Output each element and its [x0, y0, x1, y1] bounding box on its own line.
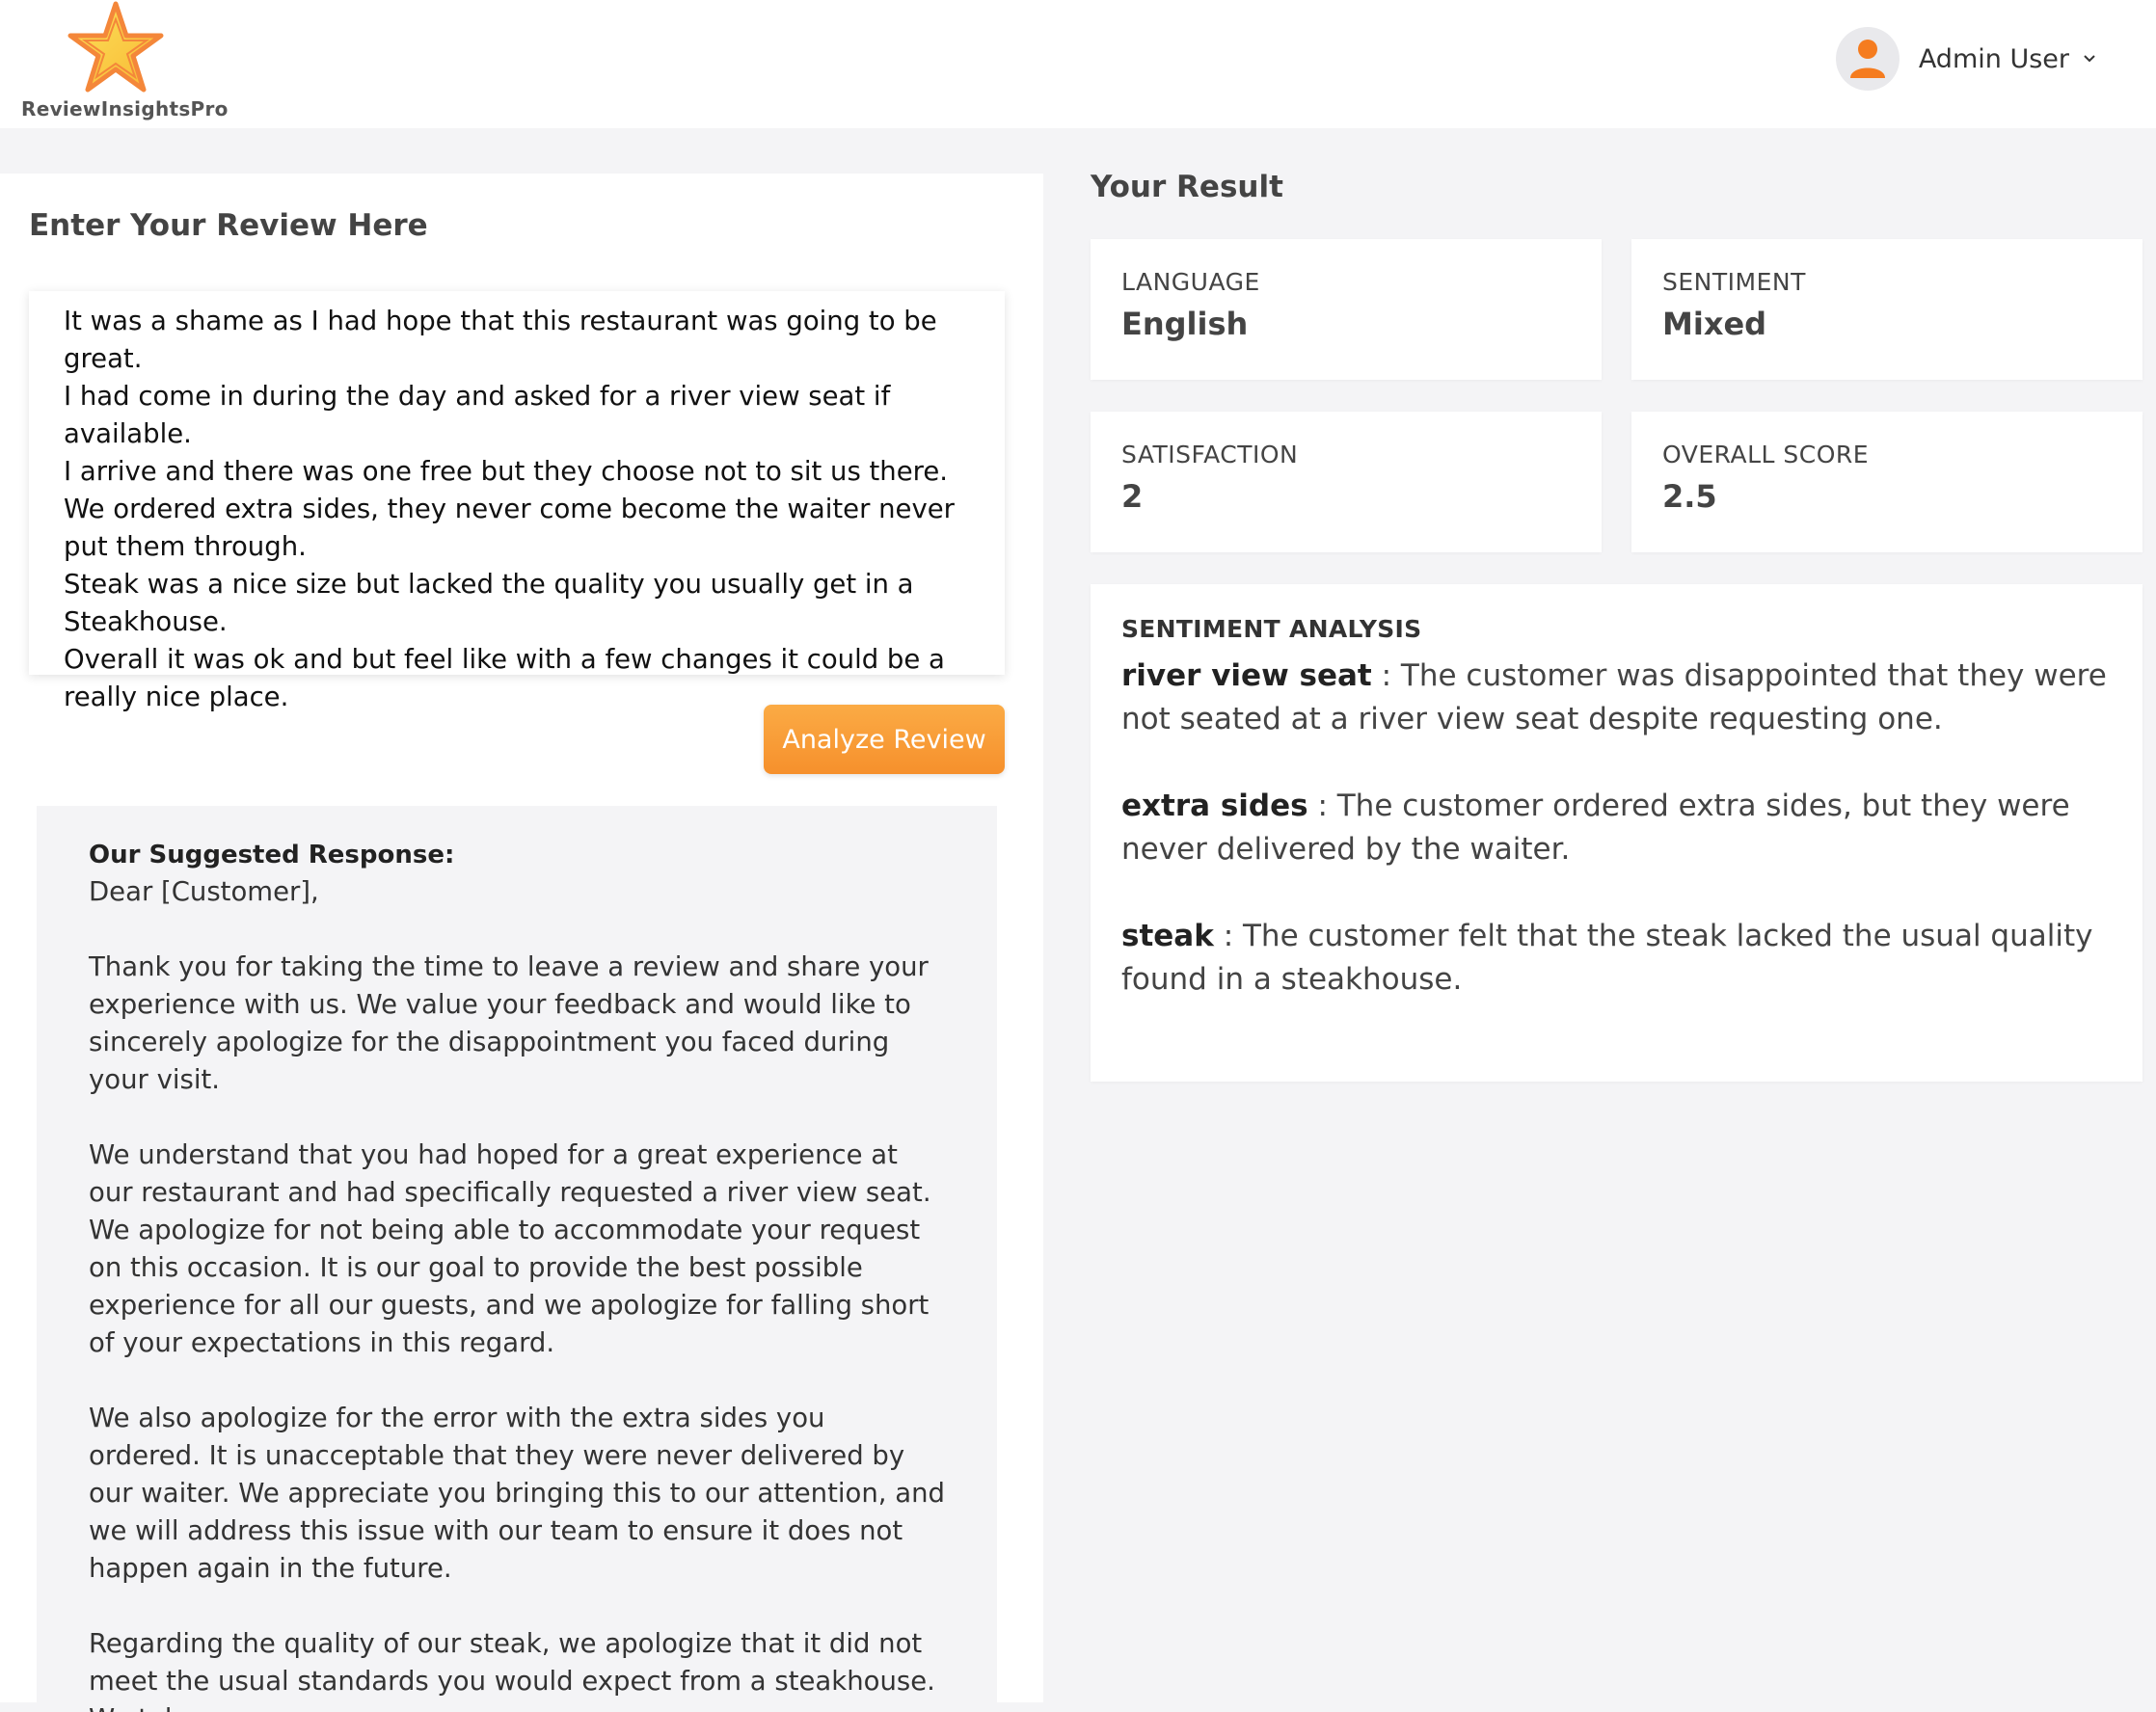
analysis-text: : The customer felt that the steak lacke…	[1121, 919, 2093, 997]
sentiment-analysis-card: SENTIMENT ANALYSIS river view seat : The…	[1091, 584, 2143, 1082]
overall-score-card: OVERALL SCORE 2.5	[1631, 412, 2143, 552]
chevron-down-icon[interactable]	[2083, 52, 2096, 66]
overall-score-value: 2.5	[1662, 478, 1717, 515]
satisfaction-label: SATISFACTION	[1121, 441, 1299, 468]
suggested-response-box: Our Suggested Response: Dear [Customer],…	[37, 806, 997, 1712]
review-section-title: Enter Your Review Here	[29, 208, 428, 243]
review-input-panel: Enter Your Review Here It was a shame as…	[0, 174, 1043, 1712]
analysis-term: extra sides	[1121, 789, 1308, 823]
brand-name: ReviewInsightsPro	[21, 97, 229, 120]
sentiment-value: Mixed	[1662, 306, 1767, 342]
language-card: LANGUAGE English	[1091, 239, 1602, 380]
user-name[interactable]: Admin User	[1919, 44, 2069, 74]
star-logo-icon	[67, 1, 164, 93]
satisfaction-card: SATISFACTION 2	[1091, 412, 1602, 552]
result-title: Your Result	[1091, 170, 1283, 204]
language-value: English	[1121, 306, 1249, 342]
user-menu[interactable]: Admin User	[1835, 27, 2096, 91]
brand-logo[interactable]: ReviewInsightsPro	[17, 0, 239, 128]
language-label: LANGUAGE	[1121, 268, 1260, 296]
review-textarea[interactable]: It was a shame as I had hope that this r…	[29, 291, 1005, 712]
analyze-review-button[interactable]: Analyze Review	[764, 705, 1005, 774]
review-text[interactable]: It was a shame as I had hope that this r…	[64, 303, 970, 716]
response-heading: Our Suggested Response:	[89, 841, 455, 869]
overall-score-label: OVERALL SCORE	[1662, 441, 1870, 468]
sentiment-label: SENTIMENT	[1662, 268, 1806, 296]
avatar[interactable]	[1835, 27, 1900, 91]
sentiment-card: SENTIMENT Mixed	[1631, 239, 2143, 380]
response-body: Dear [Customer], Thank you for taking th…	[89, 876, 945, 1712]
user-icon	[1849, 40, 1885, 78]
analysis-item: extra sides : The customer ordered extra…	[1121, 785, 2112, 871]
analysis-item: river view seat : The customer was disap…	[1121, 655, 2112, 741]
satisfaction-value: 2	[1121, 478, 1144, 515]
analysis-item: steak : The customer felt that the steak…	[1121, 915, 2112, 1002]
sentiment-analysis-heading: SENTIMENT ANALYSIS	[1121, 615, 1422, 643]
top-header: ReviewInsightsPro Admin User	[0, 0, 2156, 128]
analysis-term: river view seat	[1121, 658, 1372, 693]
analysis-term: steak	[1121, 919, 1214, 953]
